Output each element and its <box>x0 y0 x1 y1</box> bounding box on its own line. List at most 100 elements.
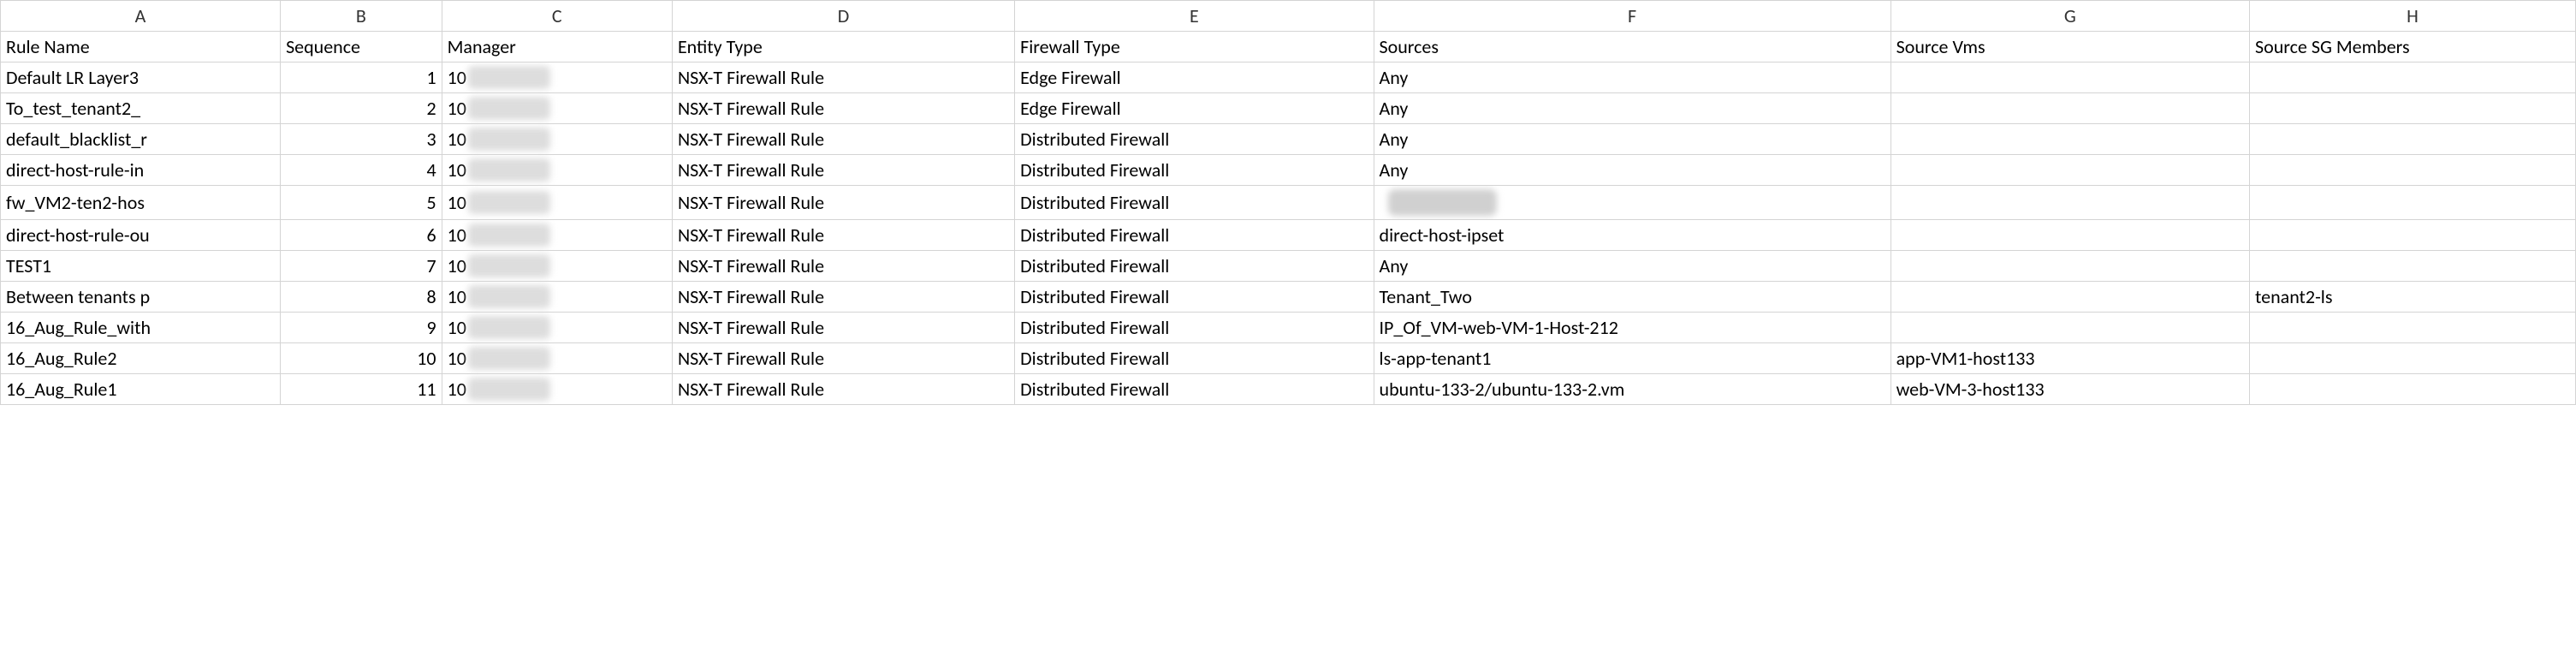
cell-entity-type[interactable]: NSX-T Firewall Rule <box>672 374 1014 405</box>
cell-manager[interactable]: 10xxxxxxxx <box>442 155 672 186</box>
cell-rule-name[interactable]: direct-host-rule-in <box>1 155 281 186</box>
cell-sequence[interactable]: 9 <box>281 313 442 343</box>
cell-sequence[interactable]: 2 <box>281 93 442 124</box>
cell-manager[interactable]: 10xxxxxxxx <box>442 63 672 93</box>
cell-manager[interactable]: 10xxxxxxxx <box>442 186 672 220</box>
header-manager[interactable]: Manager <box>442 32 672 63</box>
cell-manager[interactable]: 10xxxxxxxx <box>442 374 672 405</box>
cell-source-vms[interactable] <box>1890 186 2249 220</box>
cell-source-sg-members[interactable] <box>2250 124 2576 155</box>
cell-source-vms[interactable] <box>1890 220 2249 251</box>
cell-sources[interactable]: direct-host-ipset <box>1374 220 1890 251</box>
cell-source-sg-members[interactable] <box>2250 374 2576 405</box>
cell-sources[interactable]: ubuntu-133-2/ubuntu-133-2.vm <box>1374 374 1890 405</box>
cell-entity-type[interactable]: NSX-T Firewall Rule <box>672 251 1014 282</box>
cell-entity-type[interactable]: NSX-T Firewall Rule <box>672 63 1014 93</box>
cell-sources[interactable]: Any <box>1374 251 1890 282</box>
cell-rule-name[interactable]: TEST1 <box>1 251 281 282</box>
cell-entity-type[interactable]: NSX-T Firewall Rule <box>672 93 1014 124</box>
cell-rule-name[interactable]: fw_VM2-ten2-hos <box>1 186 281 220</box>
col-header-a[interactable]: A <box>1 1 281 32</box>
cell-manager[interactable]: 10xxxxxxxx <box>442 124 672 155</box>
cell-sources[interactable]: xxxxx <box>1374 186 1890 220</box>
cell-sequence[interactable]: 7 <box>281 251 442 282</box>
cell-rule-name[interactable]: Between tenants p <box>1 282 281 313</box>
cell-firewall-type[interactable]: Distributed Firewall <box>1015 124 1374 155</box>
cell-manager[interactable]: 10xxxxxxxx <box>442 93 672 124</box>
cell-sequence[interactable]: 4 <box>281 155 442 186</box>
col-header-e[interactable]: E <box>1015 1 1374 32</box>
cell-firewall-type[interactable]: Distributed Firewall <box>1015 220 1374 251</box>
cell-sources[interactable]: Tenant_Two <box>1374 282 1890 313</box>
spreadsheet-grid[interactable]: A B C D E F G H Rule Name Sequence Manag… <box>0 0 2576 405</box>
cell-sequence[interactable]: 10 <box>281 343 442 374</box>
cell-sequence[interactable]: 11 <box>281 374 442 405</box>
cell-sources[interactable]: Any <box>1374 63 1890 93</box>
header-sources[interactable]: Sources <box>1374 32 1890 63</box>
cell-source-vms[interactable] <box>1890 251 2249 282</box>
cell-firewall-type[interactable]: Distributed Firewall <box>1015 155 1374 186</box>
cell-manager[interactable]: 10xxxxxxxx <box>442 313 672 343</box>
cell-sequence[interactable]: 8 <box>281 282 442 313</box>
cell-source-vms[interactable] <box>1890 313 2249 343</box>
col-header-b[interactable]: B <box>281 1 442 32</box>
cell-entity-type[interactable]: NSX-T Firewall Rule <box>672 220 1014 251</box>
cell-source-vms[interactable]: web-VM-3-host133 <box>1890 374 2249 405</box>
cell-source-sg-members[interactable] <box>2250 63 2576 93</box>
cell-entity-type[interactable]: NSX-T Firewall Rule <box>672 282 1014 313</box>
cell-entity-type[interactable]: NSX-T Firewall Rule <box>672 343 1014 374</box>
cell-sources[interactable]: Any <box>1374 124 1890 155</box>
col-header-c[interactable]: C <box>442 1 672 32</box>
header-rule-name[interactable]: Rule Name <box>1 32 281 63</box>
cell-source-sg-members[interactable] <box>2250 93 2576 124</box>
col-header-f[interactable]: F <box>1374 1 1890 32</box>
cell-source-sg-members[interactable] <box>2250 220 2576 251</box>
cell-sequence[interactable]: 5 <box>281 186 442 220</box>
cell-sequence[interactable]: 3 <box>281 124 442 155</box>
header-firewall-type[interactable]: Firewall Type <box>1015 32 1374 63</box>
col-header-g[interactable]: G <box>1890 1 2249 32</box>
cell-firewall-type[interactable]: Edge Firewall <box>1015 93 1374 124</box>
col-header-h[interactable]: H <box>2250 1 2576 32</box>
cell-manager[interactable]: 10xxxxxxxx <box>442 343 672 374</box>
cell-manager[interactable]: 10xxxxxxxx <box>442 251 672 282</box>
cell-sources[interactable]: IP_Of_VM-web-VM-1-Host-212 <box>1374 313 1890 343</box>
cell-entity-type[interactable]: NSX-T Firewall Rule <box>672 313 1014 343</box>
cell-sources[interactable]: Any <box>1374 155 1890 186</box>
cell-rule-name[interactable]: default_blacklist_r <box>1 124 281 155</box>
cell-rule-name[interactable]: 16_Aug_Rule2 <box>1 343 281 374</box>
cell-sequence[interactable]: 6 <box>281 220 442 251</box>
cell-rule-name[interactable]: 16_Aug_Rule_with <box>1 313 281 343</box>
cell-firewall-type[interactable]: Distributed Firewall <box>1015 186 1374 220</box>
header-entity-type[interactable]: Entity Type <box>672 32 1014 63</box>
cell-source-vms[interactable]: app-VM1-host133 <box>1890 343 2249 374</box>
cell-source-sg-members[interactable] <box>2250 343 2576 374</box>
cell-manager[interactable]: 10xxxxxxxx <box>442 220 672 251</box>
cell-rule-name[interactable]: direct-host-rule-ou <box>1 220 281 251</box>
cell-sources[interactable]: Any <box>1374 93 1890 124</box>
cell-sources[interactable]: ls-app-tenant1 <box>1374 343 1890 374</box>
cell-source-vms[interactable] <box>1890 63 2249 93</box>
cell-source-vms[interactable] <box>1890 93 2249 124</box>
cell-manager[interactable]: 10xxxxxxxx <box>442 282 672 313</box>
cell-firewall-type[interactable]: Distributed Firewall <box>1015 374 1374 405</box>
header-source-sg-members[interactable]: Source SG Members <box>2250 32 2576 63</box>
cell-entity-type[interactable]: NSX-T Firewall Rule <box>672 155 1014 186</box>
cell-firewall-type[interactable]: Distributed Firewall <box>1015 343 1374 374</box>
header-source-vms[interactable]: Source Vms <box>1890 32 2249 63</box>
cell-firewall-type[interactable]: Distributed Firewall <box>1015 282 1374 313</box>
cell-source-vms[interactable] <box>1890 282 2249 313</box>
cell-sequence[interactable]: 1 <box>281 63 442 93</box>
cell-rule-name[interactable]: Default LR Layer3 <box>1 63 281 93</box>
col-header-d[interactable]: D <box>672 1 1014 32</box>
cell-source-sg-members[interactable] <box>2250 251 2576 282</box>
cell-firewall-type[interactable]: Distributed Firewall <box>1015 251 1374 282</box>
cell-rule-name[interactable]: 16_Aug_Rule1 <box>1 374 281 405</box>
cell-source-vms[interactable] <box>1890 124 2249 155</box>
cell-source-sg-members[interactable] <box>2250 186 2576 220</box>
cell-rule-name[interactable]: To_test_tenant2_ <box>1 93 281 124</box>
cell-entity-type[interactable]: NSX-T Firewall Rule <box>672 124 1014 155</box>
cell-entity-type[interactable]: NSX-T Firewall Rule <box>672 186 1014 220</box>
cell-firewall-type[interactable]: Distributed Firewall <box>1015 313 1374 343</box>
cell-source-sg-members[interactable]: tenant2-ls <box>2250 282 2576 313</box>
